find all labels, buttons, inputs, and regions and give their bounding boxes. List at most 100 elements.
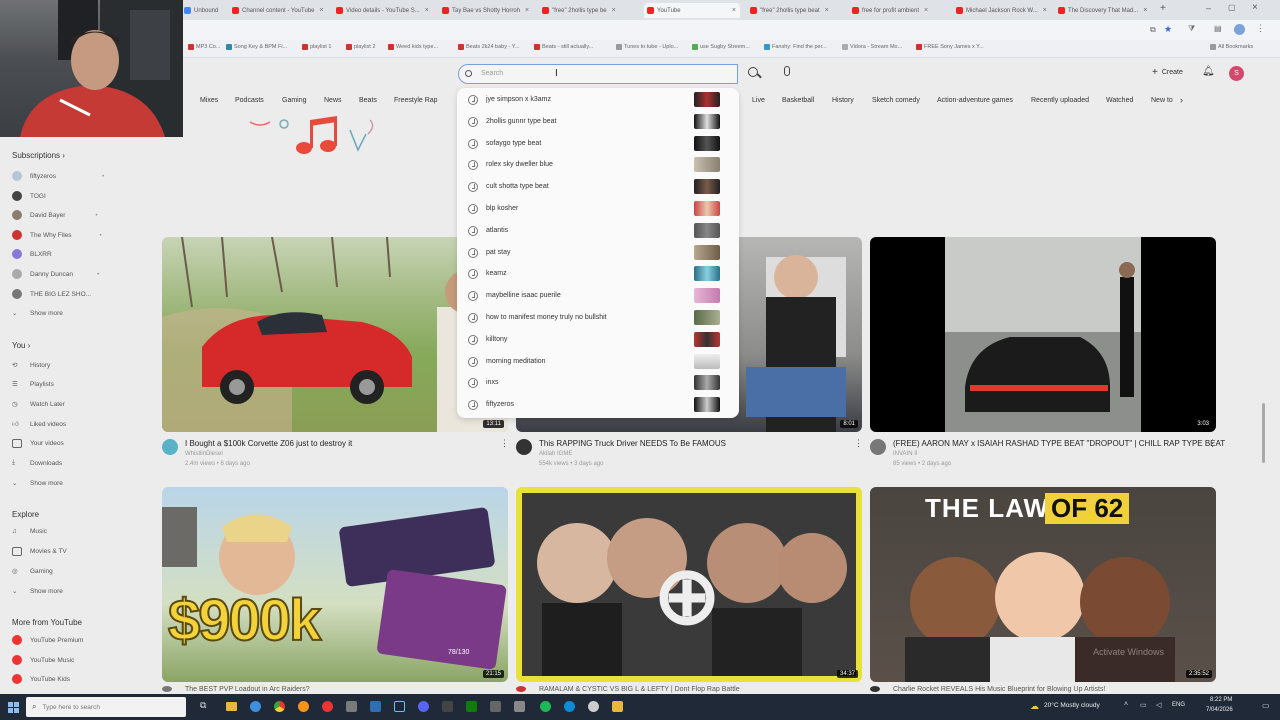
- file-explorer-icon[interactable]: [226, 702, 237, 711]
- video-title[interactable]: Charlie Rocket REVEALS His Music Bluepri…: [893, 686, 1105, 693]
- search-suggestion[interactable]: jye simpson x k3amz: [457, 89, 739, 110]
- chip-beats[interactable]: Beats: [359, 97, 377, 104]
- close-tab-icon[interactable]: ×: [924, 7, 928, 14]
- browser-tab[interactable]: Video details - YouTube S... ×: [336, 3, 438, 18]
- channel-avatar[interactable]: [870, 439, 886, 455]
- clock-time[interactable]: 8:22 PM: [1210, 697, 1232, 703]
- bookmark-item[interactable]: FREE Sony James x Y...: [916, 44, 984, 50]
- search-suggestion[interactable]: maybelline isaac puerile: [457, 285, 739, 306]
- sidebar-item-movies-tv[interactable]: Movies & TV: [12, 547, 67, 556]
- search-suggestion[interactable]: blp kosher: [457, 198, 739, 219]
- bookmark-item[interactable]: Tunes to tube - Uplo...: [616, 44, 678, 50]
- search-suggestion[interactable]: how to manifest money truly no bullshit: [457, 307, 739, 328]
- sidebar-item-liked-videos[interactable]: 👍︎ Liked videos: [12, 420, 66, 429]
- maximize-button[interactable]: ▢: [1228, 3, 1236, 12]
- search-suggestion[interactable]: inxs: [457, 372, 739, 393]
- app-icon[interactable]: [298, 701, 309, 712]
- you-heading[interactable]: You ›: [12, 341, 30, 350]
- network-icon[interactable]: ▭: [1140, 701, 1147, 709]
- subscription-item[interactable]: THE BIG LEZ SHO...: [12, 289, 91, 299]
- video-thumbnail[interactable]: 3:03: [870, 237, 1216, 432]
- browser-tab[interactable]: Michael Jackson Rock W... ×: [956, 3, 1052, 18]
- browser-tab[interactable]: Unbound: [184, 3, 230, 18]
- microphone-icon[interactable]: [784, 66, 790, 76]
- bookmark-item[interactable]: use Sugby Streem...: [692, 44, 750, 50]
- video-menu-icon[interactable]: ⋮: [500, 438, 509, 449]
- close-tab-icon[interactable]: ×: [825, 7, 829, 14]
- sidebar-item-youtube-music[interactable]: YouTube Music: [12, 655, 74, 665]
- bookmark-item[interactable]: playlist 2: [346, 44, 375, 50]
- input-language[interactable]: ENG: [1172, 702, 1185, 708]
- search-suggestion[interactable]: pat stay: [457, 242, 739, 263]
- chip-gaming[interactable]: Gaming: [282, 97, 307, 104]
- bookmark-item[interactable]: Beats 2k24 baby - Y...: [458, 44, 519, 50]
- new-tab-button[interactable]: +: [1160, 3, 1166, 14]
- search-suggestion[interactable]: fiftyzeros: [457, 394, 739, 415]
- search-suggestion[interactable]: 2hollis gunnr type beat: [457, 111, 739, 132]
- video-thumbnail[interactable]: THE LAW OF 62 2:35:52 Activate Windows: [870, 487, 1216, 682]
- search-suggestion[interactable]: killtony: [457, 329, 739, 350]
- bookmark-item[interactable]: playlist 1: [302, 44, 331, 50]
- bookmark-item[interactable]: Song Key & BPM Fi...: [226, 44, 287, 50]
- close-tab-icon[interactable]: ×: [1043, 7, 1047, 14]
- show-more-button[interactable]: ⌄ Show more: [12, 479, 63, 488]
- sidebar-item-music[interactable]: ♫ Music: [12, 528, 47, 535]
- mail-icon[interactable]: [370, 701, 381, 712]
- show-more-button[interactable]: ⌄ Show more: [12, 309, 63, 318]
- chip-watched[interactable]: Watched: [1106, 97, 1133, 104]
- close-tab-icon[interactable]: ×: [612, 7, 616, 14]
- chip-news[interactable]: News: [324, 97, 342, 104]
- create-button[interactable]: + Create: [1152, 67, 1183, 78]
- account-avatar[interactable]: S: [1229, 66, 1244, 81]
- bookmark-item[interactable]: Weed kids type...: [388, 44, 438, 50]
- close-tab-icon[interactable]: ×: [525, 7, 529, 14]
- chip-freestyle-rap[interactable]: Freestyle Rap: [394, 97, 438, 104]
- search-suggestion[interactable]: morning meditation: [457, 351, 739, 372]
- browser-tab[interactable]: "free" 2hollis type beat ×: [750, 3, 846, 18]
- close-tab-icon[interactable]: ×: [1143, 7, 1147, 14]
- search-suggestion[interactable]: atlantis: [457, 220, 739, 241]
- subscriptions-heading[interactable]: Subscriptions ›: [12, 151, 65, 160]
- notification-center-icon[interactable]: ▭: [1262, 701, 1270, 710]
- chips-next-chevron-icon[interactable]: ›: [1180, 95, 1183, 105]
- steam-icon[interactable]: [394, 701, 405, 712]
- all-bookmarks[interactable]: All Bookmarks: [1210, 44, 1253, 50]
- task-view-icon[interactable]: ⧉: [200, 700, 206, 711]
- sidebar-item-playlists[interactable]: ☰ Playlists: [12, 380, 54, 389]
- extensions-icon[interactable]: ⧩: [1188, 24, 1195, 34]
- search-input[interactable]: Search I: [458, 64, 738, 84]
- video-title[interactable]: RAMALAM & CYSTIC VS BIG L & LEFTY | Dont…: [539, 686, 740, 693]
- video-menu-icon[interactable]: ⋮: [854, 438, 863, 449]
- discord-icon[interactable]: [418, 701, 429, 712]
- bookmark-item[interactable]: Beats - still actually...: [534, 44, 593, 50]
- profile-avatar[interactable]: [1234, 24, 1245, 35]
- minimize-button[interactable]: –: [1206, 3, 1211, 13]
- chip-mixes[interactable]: Mixes: [200, 97, 218, 104]
- chip-new-to-you[interactable]: New to: [1151, 97, 1173, 104]
- notifications-bell-icon[interactable]: 🔔︎: [1202, 66, 1215, 77]
- chip-live[interactable]: Live: [752, 97, 765, 104]
- chip-action-adventure[interactable]: Action-adventure games: [937, 97, 1013, 104]
- chip-sketch-comedy[interactable]: Sketch comedy: [872, 97, 920, 104]
- side-panel-icon[interactable]: ▤: [1214, 24, 1222, 33]
- bookmark-star-icon[interactable]: ★: [1164, 24, 1172, 35]
- browser-menu-icon[interactable]: ⋮: [1256, 23, 1265, 34]
- app-icon[interactable]: [442, 701, 453, 712]
- clock-date[interactable]: 7/04/2026: [1206, 707, 1233, 713]
- app-icon[interactable]: [564, 701, 575, 712]
- xbox-icon[interactable]: [466, 701, 477, 712]
- video-channel-name[interactable]: INVAIN II: [893, 451, 918, 457]
- browser-tab[interactable]: "free" 2hollis type be ×: [542, 3, 638, 18]
- volume-icon[interactable]: ◁: [1156, 701, 1161, 709]
- video-title[interactable]: (FREE) AARON MAY x ISAIAH RASHAD TYPE BE…: [893, 439, 1225, 448]
- subscription-item[interactable]: Danny Duncan •: [12, 269, 99, 279]
- sidebar-item-gaming[interactable]: ◎ Gaming: [12, 567, 53, 576]
- chrome-icon[interactable]: [274, 701, 285, 712]
- app-icon[interactable]: [346, 701, 357, 712]
- browser-tab[interactable]: Channel content - YouTube ×: [232, 3, 332, 18]
- channel-avatar[interactable]: [516, 439, 532, 455]
- edge-browser-icon[interactable]: [250, 701, 261, 712]
- close-tab-icon[interactable]: ×: [732, 7, 736, 14]
- subscription-item[interactable]: The Why Files •: [12, 230, 102, 240]
- channel-avatar[interactable]: [870, 686, 880, 692]
